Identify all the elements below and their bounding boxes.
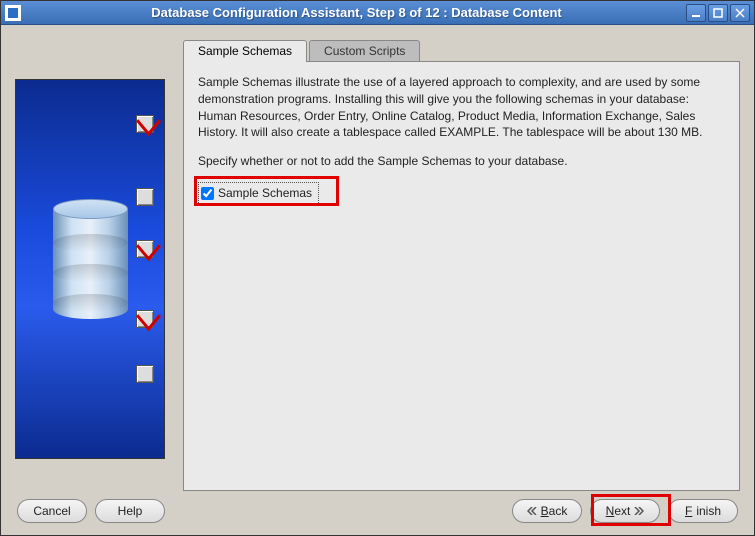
description-text: Sample Schemas illustrate the use of a l… — [198, 74, 725, 141]
wizard-side-panel — [15, 79, 165, 459]
main-panel: Sample Schemas Custom Scripts Sample Sch… — [183, 39, 740, 491]
client-area: Sample Schemas Custom Scripts Sample Sch… — [1, 25, 754, 535]
step-indicator-5 — [136, 365, 154, 383]
minimize-button[interactable] — [686, 4, 706, 22]
sample-schemas-checkbox-row[interactable]: Sample Schemas — [198, 182, 319, 205]
spacer — [173, 499, 504, 523]
content-row: Sample Schemas Custom Scripts Sample Sch… — [15, 39, 740, 491]
tab-sample-schemas[interactable]: Sample Schemas — [183, 40, 307, 62]
close-button[interactable] — [730, 4, 750, 22]
step-indicator-3 — [136, 240, 154, 258]
tab-custom-scripts[interactable]: Custom Scripts — [309, 40, 420, 62]
window: Database Configuration Assistant, Step 8… — [0, 0, 755, 536]
tab-strip: Sample Schemas Custom Scripts — [183, 40, 740, 62]
window-title: Database Configuration Assistant, Step 8… — [27, 5, 686, 20]
window-controls — [686, 4, 750, 22]
help-button[interactable]: Help — [95, 499, 165, 523]
back-button[interactable]: Back — [512, 499, 582, 523]
app-icon — [5, 5, 21, 21]
instruction-text: Specify whether or not to add the Sample… — [198, 153, 725, 170]
cancel-button[interactable]: Cancel — [17, 499, 87, 523]
step-indicator-2 — [136, 188, 154, 206]
database-icon — [53, 209, 128, 329]
step-indicator-1 — [136, 115, 154, 133]
titlebar: Database Configuration Assistant, Step 8… — [1, 1, 754, 25]
step-indicator-4 — [136, 310, 154, 328]
tab-body: Sample Schemas illustrate the use of a l… — [183, 61, 740, 491]
maximize-button[interactable] — [708, 4, 728, 22]
button-row: Cancel Help Back Next Finish — [15, 491, 740, 527]
chevron-right-icon — [634, 504, 644, 518]
finish-button[interactable]: Finish — [668, 499, 738, 523]
sample-schemas-checkbox[interactable] — [201, 187, 214, 200]
sample-schemas-checkbox-label: Sample Schemas — [218, 185, 312, 202]
chevron-left-icon — [527, 504, 537, 518]
next-button[interactable]: Next — [590, 499, 660, 523]
